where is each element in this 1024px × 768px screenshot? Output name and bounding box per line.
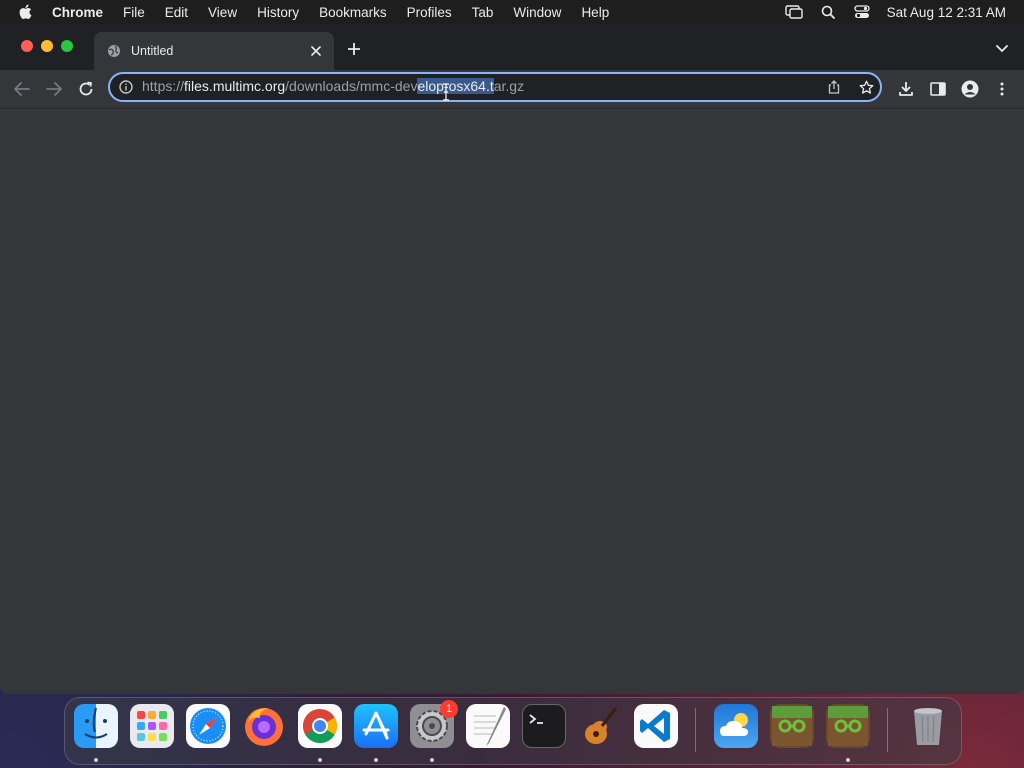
dock-terminal[interactable] — [522, 704, 566, 748]
download-icon — [899, 82, 913, 96]
window-zoom-button[interactable] — [61, 40, 73, 52]
dock-trash[interactable] — [906, 704, 950, 748]
dock-safari[interactable] — [186, 704, 230, 748]
page-content-area — [0, 109, 1024, 694]
menu-view[interactable]: View — [208, 5, 237, 20]
dock-launchpad[interactable] — [130, 704, 174, 748]
menu-tab[interactable]: Tab — [472, 5, 494, 20]
tab-strip: Untitled — [0, 24, 1024, 70]
menu-window[interactable]: Window — [513, 5, 561, 20]
menu-bookmarks[interactable]: Bookmarks — [319, 5, 387, 20]
weather-cloud-sun-icon — [720, 713, 748, 736]
menu-bar: Chrome File Edit View History Bookmarks … — [0, 0, 1024, 24]
side-panel-button[interactable] — [926, 77, 950, 101]
chevron-down-icon — [996, 45, 1008, 53]
browser-window: Untitled https://files.multimc.org/downl… — [0, 24, 1024, 694]
app-store-icon — [362, 711, 390, 740]
profile-avatar-icon — [961, 80, 979, 98]
chrome-menu-button[interactable] — [990, 77, 1014, 101]
dock-finder[interactable] — [74, 704, 118, 748]
menu-app-name[interactable]: Chrome — [52, 5, 103, 20]
menu-bar-clock[interactable]: Sat Aug 12 2:31 AM — [887, 5, 1006, 20]
url-host: files.multimc.org — [184, 78, 286, 94]
plus-icon — [348, 43, 360, 55]
bookmark-star-icon[interactable] — [858, 79, 874, 95]
tab-search-button[interactable] — [992, 39, 1012, 59]
screen-mirroring-icon[interactable] — [784, 3, 803, 21]
arrow-left-icon — [14, 82, 30, 96]
dock-multimc-2[interactable] — [826, 704, 870, 748]
dock-multimc[interactable] — [770, 704, 814, 748]
menu-history[interactable]: History — [257, 5, 299, 20]
back-button[interactable] — [10, 77, 34, 101]
new-tab-button[interactable] — [344, 39, 364, 59]
trash-icon — [914, 708, 942, 745]
notification-badge: 1 — [440, 700, 458, 718]
forward-button[interactable] — [42, 77, 66, 101]
globe-icon — [106, 43, 122, 59]
dock-weather[interactable] — [714, 704, 758, 748]
text-cursor-icon — [443, 83, 449, 101]
menu-edit[interactable]: Edit — [165, 5, 188, 20]
dock-system-settings[interactable]: 1 — [410, 700, 458, 748]
terminal-prompt-icon — [529, 714, 543, 724]
window-minimize-button[interactable] — [41, 40, 53, 52]
dock-chrome[interactable] — [298, 704, 342, 748]
textedit-icon — [474, 707, 506, 746]
menu-help[interactable]: Help — [581, 5, 609, 20]
chrome-icon — [303, 709, 337, 743]
multimc-icon — [772, 706, 812, 746]
vscode-icon — [640, 710, 670, 742]
window-close-button[interactable] — [21, 40, 33, 52]
finder-icon — [84, 707, 108, 739]
safari-compass-icon — [190, 708, 226, 744]
reload-icon — [79, 81, 93, 96]
tab-title: Untitled — [131, 44, 174, 58]
dock-garageband[interactable] — [578, 704, 622, 748]
dock-textedit[interactable] — [466, 704, 510, 748]
menu-file[interactable]: File — [123, 5, 145, 20]
profile-button[interactable] — [958, 77, 982, 101]
spotlight-search-icon[interactable] — [819, 3, 837, 21]
dock-vscode[interactable] — [634, 704, 678, 748]
arrow-right-icon — [46, 82, 62, 96]
multimc-icon — [828, 706, 868, 746]
browser-toolbar: https://files.multimc.org/downloads/mmc-… — [0, 70, 1024, 109]
firefox-icon — [245, 708, 283, 746]
dock: 1 — [64, 697, 962, 765]
dock-app-store[interactable] — [354, 704, 398, 748]
launchpad-grid-icon — [137, 711, 167, 741]
kebab-menu-icon — [1000, 82, 1004, 96]
downloads-button[interactable] — [894, 77, 918, 101]
url-scheme: https:// — [142, 78, 185, 94]
address-bar[interactable]: https://files.multimc.org/downloads/mmc-… — [108, 72, 882, 102]
url-text[interactable]: https://files.multimc.org/downloads/mmc-… — [142, 78, 524, 94]
reload-button[interactable] — [74, 77, 98, 101]
dock-firefox[interactable] — [242, 704, 286, 748]
guitar-icon — [585, 707, 618, 744]
url-selected-text: elop-osx64.t — [417, 78, 494, 94]
site-info-icon[interactable] — [118, 79, 134, 95]
tab-close-icon[interactable] — [308, 43, 324, 59]
url-path: /downloads/mmc-dev — [285, 78, 418, 94]
control-center-icon[interactable] — [853, 3, 871, 21]
menu-profiles[interactable]: Profiles — [407, 5, 452, 20]
share-icon[interactable] — [826, 79, 842, 95]
apple-menu-icon[interactable] — [18, 4, 36, 20]
side-panel-icon — [930, 82, 946, 96]
url-path-end: ar.gz — [493, 78, 525, 94]
tab-untitled[interactable]: Untitled — [94, 32, 334, 70]
